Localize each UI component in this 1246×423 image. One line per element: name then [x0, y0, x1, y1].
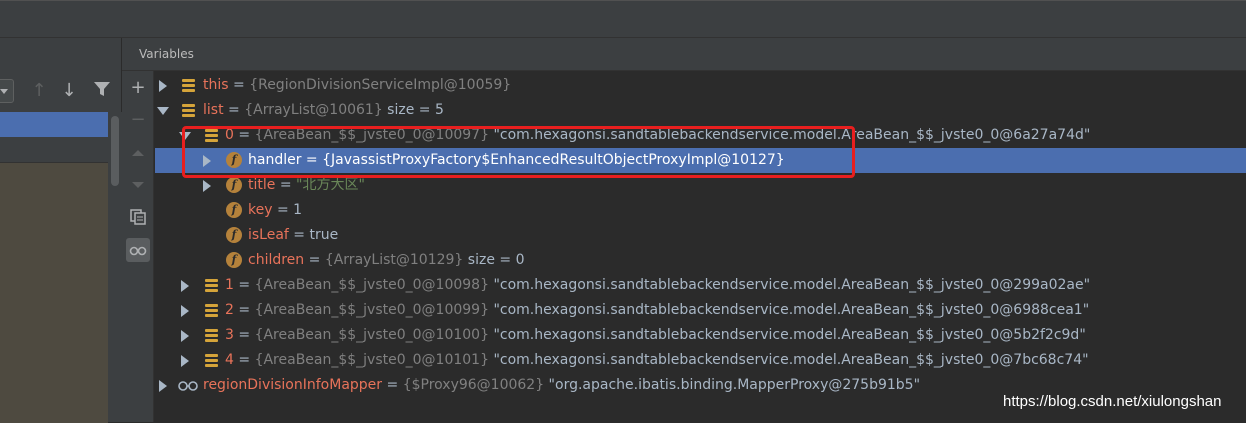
object-id: {$Proxy96@10062}	[402, 377, 545, 393]
frame-item[interactable]	[0, 137, 108, 163]
thread-dropdown[interactable]	[0, 79, 14, 103]
variable-name: regionDivisionInfoMapper	[203, 377, 383, 393]
tree-row-children[interactable]: f children = {ArrayList@10129} size = 0	[155, 248, 1246, 273]
object-id: {AreaBean_$$_jvste0_0@10099}	[254, 302, 490, 318]
equals-sign: =	[382, 377, 403, 393]
variable-value: "com.hexagonsi.sandtablebackendservice.m…	[489, 302, 1090, 318]
variable-name: this	[203, 77, 229, 93]
panel-title: Variables	[139, 47, 194, 61]
frames-panel: ↑ ↓	[0, 38, 122, 423]
variable-value: true	[309, 227, 339, 243]
object-id: {AreaBean_$$_jvste0_0@10100}	[254, 327, 490, 343]
expand-arrow-icon[interactable]	[203, 180, 211, 192]
equals-sign: =	[304, 252, 325, 268]
variable-name: key	[248, 202, 273, 218]
scrollbar-thumb[interactable]	[111, 116, 119, 186]
plus-icon[interactable]: +	[126, 76, 150, 100]
tree-row-item-1[interactable]: 1 = {AreaBean_$$_jvste0_0@10098} "com.he…	[155, 273, 1246, 298]
equals-sign: =	[233, 352, 255, 368]
variable-name: 2	[225, 302, 234, 318]
move-down-icon[interactable]	[126, 173, 150, 197]
equals-sign: =	[233, 302, 255, 318]
minus-icon[interactable]: −	[126, 108, 150, 132]
variable-name: list	[203, 102, 224, 118]
variable-list-icon	[204, 352, 220, 368]
variable-value: "com.hexagonsi.sandtablebackendservice.m…	[489, 327, 1086, 343]
field-icon: f	[226, 202, 242, 218]
expand-arrow-icon[interactable]	[181, 280, 189, 292]
variable-list-icon	[204, 327, 220, 343]
filter-icon[interactable]	[91, 80, 113, 102]
top-bar	[0, 0, 1246, 38]
frames-toolbar: ↑ ↓	[0, 74, 122, 110]
field-icon: f	[226, 252, 242, 268]
tree-row-item-2[interactable]: 2 = {AreaBean_$$_jvste0_0@10099} "com.he…	[155, 298, 1246, 323]
tree-row-this[interactable]: this = {RegionDivisionServiceImpl@10059}	[155, 73, 1246, 98]
collapse-arrow-icon[interactable]	[157, 107, 169, 115]
glasses-icon	[177, 378, 199, 394]
object-id: {ArrayList@10061}	[244, 102, 383, 118]
dropdown-arrow-icon	[0, 89, 8, 94]
variables-header: Variables	[122, 38, 1246, 71]
tree-row-item-4[interactable]: 4 = {AreaBean_$$_jvste0_0@10101} "com.he…	[155, 348, 1246, 373]
variable-name: 3	[225, 327, 234, 343]
variable-value: 1	[293, 202, 303, 218]
arrow-down-icon[interactable]: ↓	[58, 80, 80, 102]
variable-value: size = 5	[382, 102, 444, 118]
variables-tree: this = {RegionDivisionServiceImpl@10059}…	[155, 72, 1246, 422]
expand-arrow-icon[interactable]	[181, 305, 189, 317]
equals-sign: =	[275, 177, 297, 193]
variables-toolbar: + −	[122, 71, 154, 422]
glasses-icon[interactable]	[126, 238, 150, 262]
variable-list-icon	[181, 77, 197, 93]
move-up-icon[interactable]	[126, 141, 150, 165]
arrow-up-icon[interactable]: ↑	[28, 80, 50, 102]
object-id: {ArrayList@10129}	[324, 252, 464, 268]
object-id: {AreaBean_$$_jvste0_0@10098}	[254, 277, 490, 293]
equals-sign: =	[288, 227, 310, 243]
copy-icon[interactable]	[126, 205, 150, 229]
tree-row-key[interactable]: f key = 1	[155, 198, 1246, 223]
equals-sign: =	[228, 77, 250, 93]
equals-sign: =	[233, 327, 255, 343]
variable-name: 4	[225, 352, 234, 368]
field-icon: f	[226, 177, 242, 193]
variable-value: "北方大区"	[296, 177, 365, 193]
variable-value: "com.hexagonsi.sandtablebackendservice.m…	[489, 277, 1091, 293]
expand-arrow-icon[interactable]	[159, 380, 167, 392]
tree-row-list[interactable]: list = {ArrayList@10061} size = 5	[155, 98, 1246, 123]
tree-row-isleaf[interactable]: f isLeaf = true	[155, 223, 1246, 248]
annotation-highlight-box	[182, 126, 855, 178]
frames-list	[0, 163, 108, 423]
frames-scrollbar[interactable]	[108, 112, 122, 422]
watermark: https://blog.csdn.net/xiulongshan	[1003, 393, 1222, 410]
object-id: {RegionDivisionServiceImpl@10059}	[249, 77, 512, 93]
tree-row-item-3[interactable]: 3 = {AreaBean_$$_jvste0_0@10100} "com.he…	[155, 323, 1246, 348]
variable-value: size = 0	[463, 252, 525, 268]
expand-arrow-icon[interactable]	[159, 80, 167, 92]
expand-arrow-icon[interactable]	[181, 355, 189, 367]
equals-sign: =	[233, 277, 255, 293]
expand-arrow-icon[interactable]	[181, 330, 189, 342]
equals-sign: =	[272, 202, 294, 218]
variable-name: 1	[225, 277, 234, 293]
frame-item-selected[interactable]	[0, 112, 108, 137]
variable-list-icon	[204, 277, 220, 293]
equals-sign: =	[223, 102, 245, 118]
variable-list-icon	[181, 102, 197, 118]
variable-value: "com.hexagonsi.sandtablebackendservice.m…	[489, 352, 1089, 368]
field-icon: f	[226, 227, 242, 243]
variable-name: isLeaf	[248, 227, 289, 243]
object-id: {AreaBean_$$_jvste0_0@10101}	[254, 352, 490, 368]
variable-name: children	[248, 252, 305, 268]
variable-list-icon	[204, 302, 220, 318]
variable-value: "org.apache.ibatis.binding.MapperProxy@2…	[544, 377, 921, 393]
variable-name: title	[248, 177, 276, 193]
